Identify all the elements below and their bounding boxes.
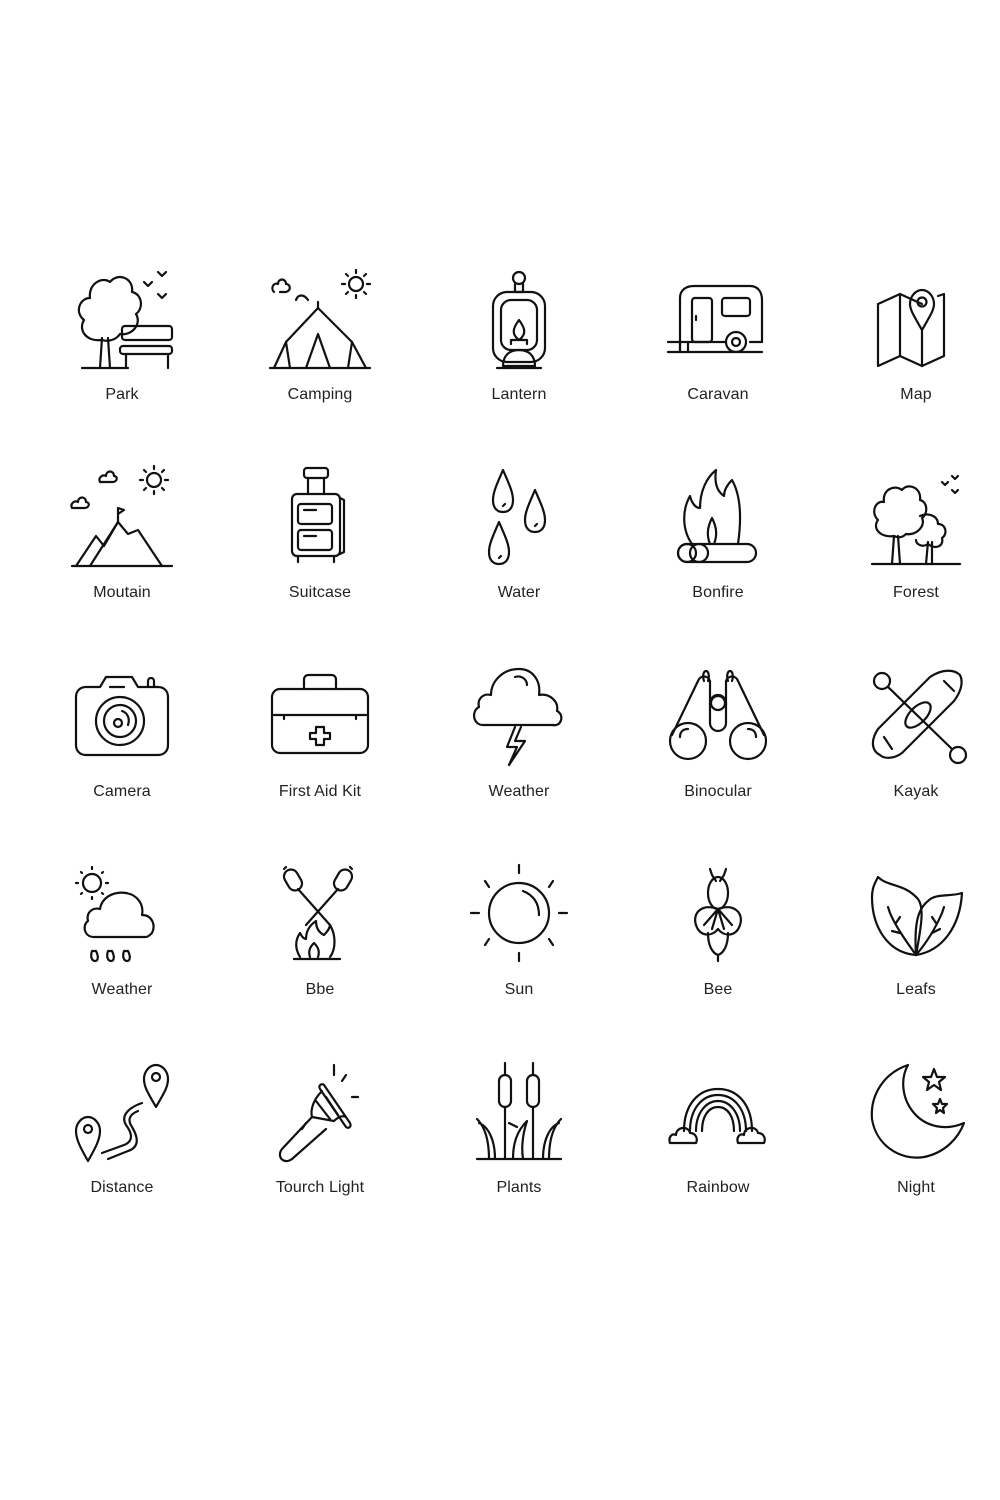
icon-label: Water <box>497 584 541 601</box>
icon-tile-sun: Sun <box>439 863 599 1033</box>
icon-tile-weather-storm: Weather <box>439 665 599 835</box>
camera-icon <box>74 675 170 757</box>
icon-label: Distance <box>90 1179 154 1196</box>
icon-label: Suitcase <box>288 584 352 601</box>
icon-label: Weather <box>488 783 550 800</box>
icon-label: Leafs <box>896 981 936 998</box>
icon-tile-map: Map <box>836 268 996 438</box>
icon-tile-suitcase: Suitcase <box>240 466 400 636</box>
caravan-icon <box>666 284 764 354</box>
water-drops-icon <box>487 468 547 566</box>
icon-tile-plants: Plants <box>439 1061 599 1231</box>
bonfire-icon <box>676 468 758 564</box>
icon-label: Park <box>105 386 139 403</box>
lantern-icon <box>491 270 547 370</box>
icon-label: Night <box>897 1179 935 1196</box>
icon-label: Bee <box>703 981 733 998</box>
cattail-plants-icon <box>475 1061 563 1161</box>
icon-tile-lantern: Lantern <box>439 268 599 438</box>
icon-tile-forest: Forest <box>836 466 996 636</box>
icon-tile-park: Park <box>42 268 202 438</box>
icon-tile-camera: Camera <box>42 665 202 835</box>
sun-icon <box>469 863 569 963</box>
mountain-icon <box>70 464 174 568</box>
icon-label: Rainbow <box>686 1179 750 1196</box>
icon-label: Camping <box>287 386 353 403</box>
flashlight-icon <box>278 1063 360 1163</box>
icon-tile-rainbow: Rainbow <box>638 1061 798 1231</box>
icon-label: Binocular <box>684 783 752 800</box>
map-icon <box>876 288 946 368</box>
first-aid-kit-icon <box>270 673 370 755</box>
icon-label: Weather <box>91 981 153 998</box>
marshmallow-fire-icon <box>282 865 354 961</box>
icon-label: Caravan <box>687 386 749 403</box>
distance-route-icon <box>74 1063 170 1163</box>
icon-tile-night: Night <box>836 1061 996 1231</box>
icon-tile-torch-light: Tourch Light <box>240 1061 400 1231</box>
kayak-icon <box>871 669 968 765</box>
icon-tile-mountain: Moutain <box>42 464 202 636</box>
icon-label: First Aid Kit <box>278 783 362 800</box>
icon-tile-caravan: Caravan <box>638 268 798 438</box>
forest-icon <box>870 474 962 566</box>
suitcase-icon <box>290 466 346 564</box>
icon-tile-bee: Bee <box>638 863 798 1033</box>
icon-tile-kayak: Kayak <box>836 665 996 835</box>
icon-label: Forest <box>893 584 939 601</box>
icon-label: Moutain <box>93 584 151 601</box>
bee-icon <box>694 867 742 963</box>
icon-label: Tourch Light <box>275 1179 365 1196</box>
icon-label: Sun <box>504 981 534 998</box>
icon-tile-distance: Distance <box>42 1061 202 1231</box>
icon-tile-bbq: Bbe <box>240 863 400 1033</box>
rainbow-icon <box>668 1087 766 1145</box>
icon-label: Camera <box>93 783 151 800</box>
park-icon <box>77 270 174 370</box>
icon-label: Bbe <box>305 981 335 998</box>
icon-tile-water: Water <box>439 466 599 636</box>
icon-tile-binocular: Binocular <box>638 665 798 835</box>
icon-label: Kayak <box>893 783 939 800</box>
icon-tile-leafs: Leafs <box>836 863 996 1033</box>
icon-label: Bonfire <box>692 584 744 601</box>
leaves-icon <box>870 875 964 957</box>
icon-tile-weather-rain: Weather <box>42 863 202 1033</box>
icon-label: Lantern <box>491 386 547 403</box>
icon-tile-first-aid-kit: First Aid Kit <box>240 665 400 835</box>
icon-tile-camping: Camping <box>240 268 400 438</box>
icon-tile-bonfire: Bonfire <box>638 466 798 636</box>
camping-icon <box>268 268 372 370</box>
binocular-icon <box>668 669 768 761</box>
icon-label: Plants <box>496 1179 542 1196</box>
moon-stars-icon <box>870 1063 966 1159</box>
storm-cloud-icon <box>473 667 563 767</box>
icon-label: Map <box>900 386 932 403</box>
icon-grid: Park Camping Lantern Caravan Map Moutain… <box>0 0 1000 1500</box>
rain-cloud-icon <box>74 865 155 963</box>
